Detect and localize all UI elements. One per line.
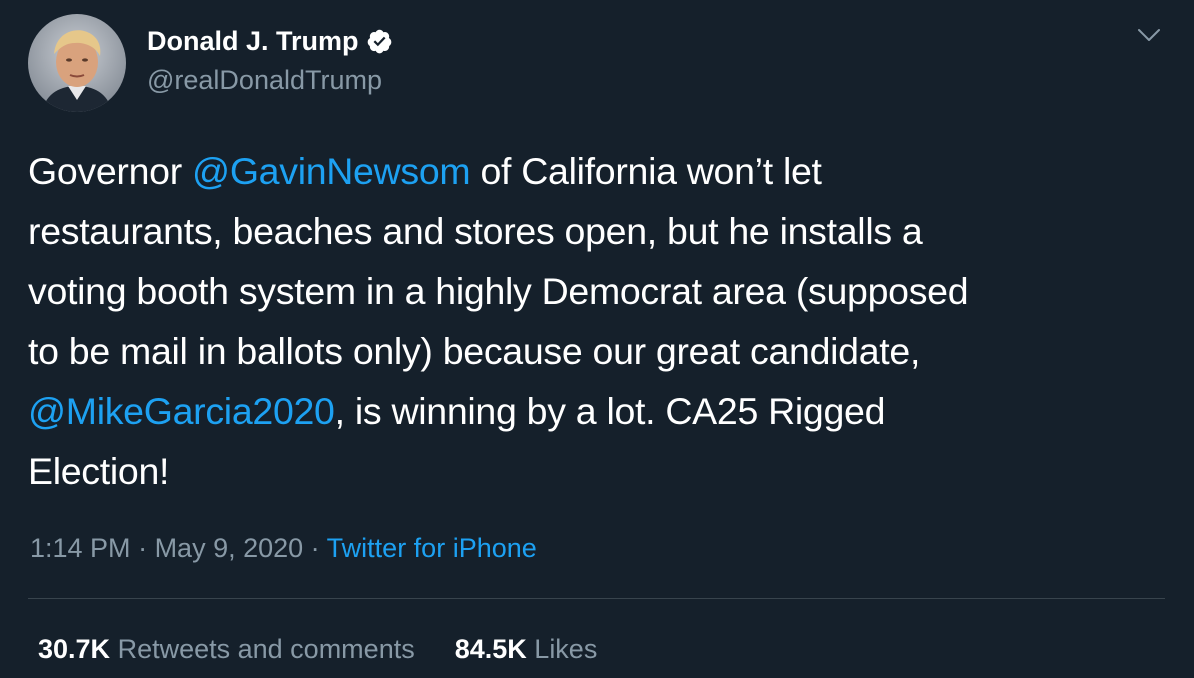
tweet-date[interactable]: May 9, 2020: [155, 533, 304, 563]
retweets-label: Retweets and comments: [117, 634, 415, 664]
tweet-text-segment: Governor: [28, 150, 193, 192]
meta-separator: ·: [130, 533, 155, 563]
tweet-text: Governor @GavinNewsom of California won’…: [28, 141, 1168, 501]
profile-photo-icon: [28, 14, 126, 112]
mention-link[interactable]: @MikeGarcia2020: [28, 390, 335, 432]
author-display-name[interactable]: Donald J. Trump: [147, 24, 393, 58]
author-handle[interactable]: @realDonaldTrump: [147, 63, 382, 97]
divider: [28, 598, 1165, 599]
retweets-count: 30.7K: [38, 634, 111, 664]
likes-stat[interactable]: 84.5K Likes: [455, 634, 598, 664]
display-name-text: Donald J. Trump: [147, 26, 359, 56]
tweet-stats: 30.7K Retweets and comments 84.5K Likes: [38, 631, 597, 667]
meta-separator: ·: [303, 533, 327, 563]
tweet-meta: 1:14 PM · May 9, 2020 · Twitter for iPho…: [30, 530, 537, 566]
likes-count: 84.5K: [454, 634, 527, 664]
chevron-down-icon[interactable]: [1136, 24, 1162, 46]
avatar[interactable]: [28, 14, 126, 112]
tweet-time[interactable]: 1:14 PM: [30, 533, 131, 563]
verified-badge-icon: [367, 29, 391, 53]
likes-label: Likes: [534, 634, 598, 664]
retweets-stat[interactable]: 30.7K Retweets and comments: [38, 634, 415, 664]
tweet-source-link[interactable]: Twitter for iPhone: [327, 533, 537, 563]
mention-link[interactable]: @GavinNewsom: [192, 150, 471, 192]
